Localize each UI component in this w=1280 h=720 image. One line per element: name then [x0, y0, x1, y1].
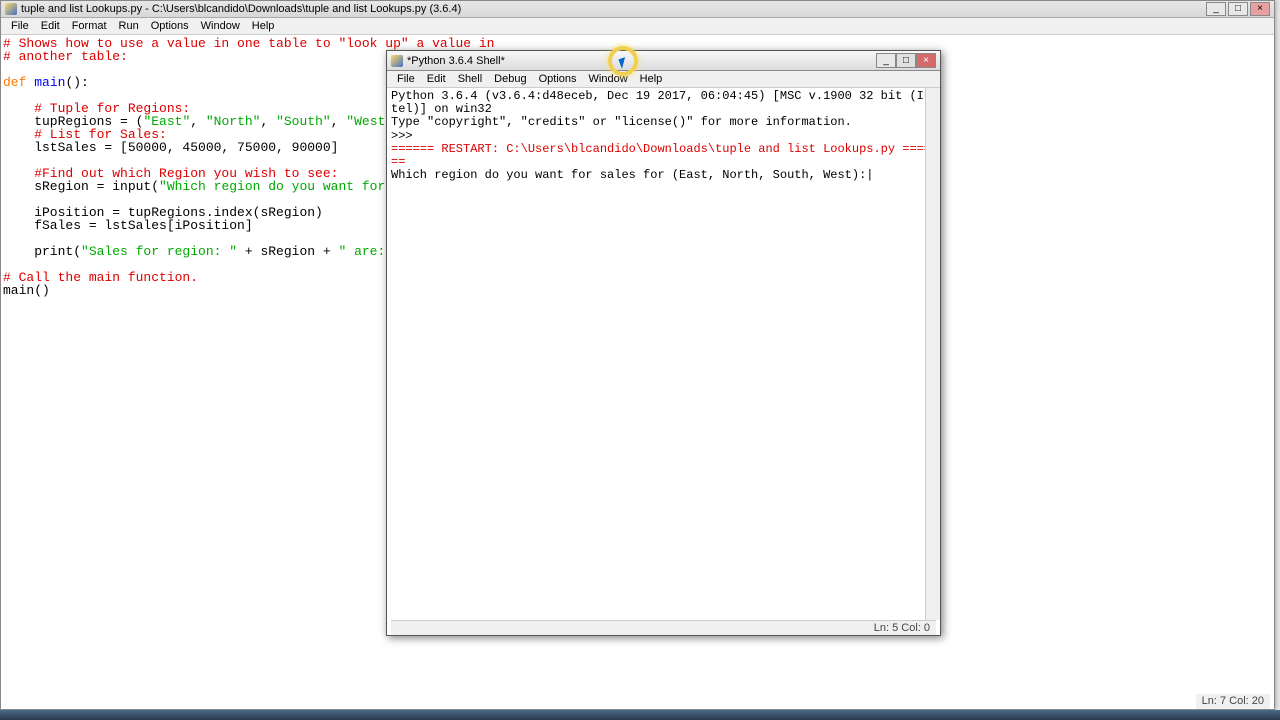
shell-menu-help[interactable]: Help — [634, 73, 669, 85]
editor-title-bar[interactable]: tuple and list Lookups.py - C:\Users\blc… — [1, 1, 1274, 18]
shell-menu-bar: File Edit Shell Debug Options Window Hel… — [387, 71, 940, 88]
menu-options[interactable]: Options — [145, 20, 195, 32]
menu-edit[interactable]: Edit — [35, 20, 66, 32]
editor-title-text: tuple and list Lookups.py - C:\Users\blc… — [21, 3, 1206, 15]
shell-menu-options[interactable]: Options — [533, 73, 583, 85]
menu-format[interactable]: Format — [66, 20, 113, 32]
shell-status-bar: Ln: 5 Col: 0 — [391, 620, 936, 635]
menu-run[interactable]: Run — [113, 20, 145, 32]
close-button[interactable]: × — [1250, 2, 1270, 16]
shell-title-bar[interactable]: *Python 3.6.4 Shell* _ □ × — [387, 51, 940, 71]
menu-window[interactable]: Window — [195, 20, 246, 32]
menu-file[interactable]: File — [5, 20, 35, 32]
windows-taskbar[interactable] — [0, 710, 1280, 720]
shell-menu-file[interactable]: File — [391, 73, 421, 85]
shell-title-text: *Python 3.6.4 Shell* — [407, 55, 505, 67]
shell-close-button[interactable]: × — [916, 53, 936, 68]
editor-menu-bar: File Edit Format Run Options Window Help — [1, 18, 1274, 35]
shell-menu-window[interactable]: Window — [583, 73, 634, 85]
python-icon — [391, 55, 403, 67]
shell-menu-edit[interactable]: Edit — [421, 73, 452, 85]
shell-menu-debug[interactable]: Debug — [488, 73, 532, 85]
python-icon — [5, 3, 17, 15]
shell-maximize-button[interactable]: □ — [896, 53, 916, 68]
python-shell-window: *Python 3.6.4 Shell* _ □ × File Edit She… — [386, 50, 941, 636]
maximize-button[interactable]: □ — [1228, 2, 1248, 16]
shell-scrollbar[interactable] — [925, 88, 940, 620]
editor-status-bar: Ln: 7 Col: 20 — [1196, 694, 1270, 709]
shell-menu-shell[interactable]: Shell — [452, 73, 488, 85]
menu-help[interactable]: Help — [246, 20, 281, 32]
minimize-button[interactable]: _ — [1206, 2, 1226, 16]
shell-minimize-button[interactable]: _ — [876, 53, 896, 68]
shell-output[interactable]: Python 3.6.4 (v3.6.4:d48eceb, Dec 19 201… — [387, 88, 940, 620]
